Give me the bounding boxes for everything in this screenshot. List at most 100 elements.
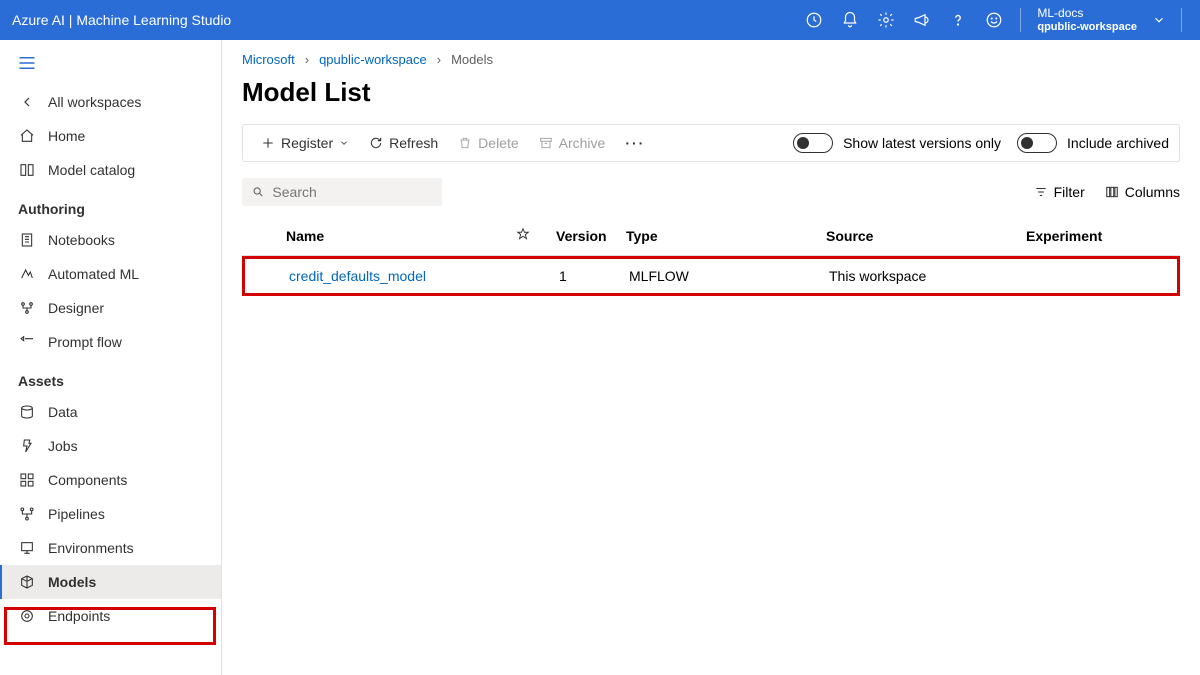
models-icon <box>18 573 36 591</box>
divider <box>1181 8 1182 32</box>
sidebar-item-label: Home <box>48 128 85 144</box>
divider <box>1020 8 1021 32</box>
columns-icon <box>1105 185 1119 199</box>
chevron-right-icon: › <box>437 52 441 67</box>
catalog-icon <box>18 161 36 179</box>
cell-source: This workspace <box>829 268 1029 284</box>
chevron-down-icon[interactable] <box>1147 13 1171 27</box>
chevron-down-icon <box>339 138 349 148</box>
account-switcher[interactable]: ML-docs qpublic-workspace <box>1031 6 1143 34</box>
delete-button: Delete <box>450 131 526 155</box>
sidebar-home[interactable]: Home <box>0 119 221 153</box>
sidebar-item-label: Automated ML <box>48 266 139 282</box>
sidebar-item-label: Notebooks <box>48 232 115 248</box>
sidebar-models[interactable]: Models <box>0 565 221 599</box>
bell-icon[interactable] <box>834 4 866 36</box>
sidebar-endpoints[interactable]: Endpoints <box>0 599 221 633</box>
sidebar-pipelines[interactable]: Pipelines <box>0 497 221 531</box>
sidebar-environments[interactable]: Environments <box>0 531 221 565</box>
sidebar-item-label: Model catalog <box>48 162 135 178</box>
topbar-actions: ML-docs qpublic-workspace <box>798 4 1188 36</box>
more-button[interactable]: ··· <box>617 131 653 155</box>
sidebar-section-authoring: Authoring <box>0 187 221 223</box>
sidebar-item-label: Environments <box>48 540 134 556</box>
hamburger-icon[interactable] <box>0 50 221 85</box>
sidebar-item-label: Prompt flow <box>48 334 122 350</box>
gear-icon[interactable] <box>870 4 902 36</box>
home-icon <box>18 127 36 145</box>
col-type[interactable]: Type <box>626 228 826 244</box>
clock-icon[interactable] <box>798 4 830 36</box>
breadcrumb: Microsoft › qpublic-workspace › Models <box>242 52 1180 67</box>
account-user: ML-docs <box>1037 6 1137 20</box>
sidebar-components[interactable]: Components <box>0 463 221 497</box>
sidebar-item-label: Endpoints <box>48 608 110 624</box>
prompt-flow-icon <box>18 333 36 351</box>
pipelines-icon <box>18 505 36 523</box>
button-label: Archive <box>559 135 606 151</box>
col-experiment[interactable]: Experiment <box>1026 228 1186 244</box>
sidebar-all-workspaces[interactable]: All workspaces <box>0 85 221 119</box>
search-box[interactable] <box>242 178 442 206</box>
sidebar-item-label: Jobs <box>48 438 78 454</box>
col-source[interactable]: Source <box>826 228 1026 244</box>
models-table: Name Version Type Source Experiment cred… <box>242 216 1180 296</box>
breadcrumb-root[interactable]: Microsoft <box>242 52 295 67</box>
button-label: Filter <box>1054 184 1085 200</box>
sidebar-item-label: Designer <box>48 300 104 316</box>
sidebar-item-label: All workspaces <box>48 94 141 110</box>
col-version[interactable]: Version <box>556 228 626 244</box>
star-icon[interactable] <box>516 227 556 244</box>
sidebar-notebooks[interactable]: Notebooks <box>0 223 221 257</box>
sidebar-data[interactable]: Data <box>0 395 221 429</box>
megaphone-icon[interactable] <box>906 4 938 36</box>
table-header: Name Version Type Source Experiment <box>242 216 1180 256</box>
page-title: Model List <box>242 77 1180 108</box>
register-button[interactable]: Register <box>253 131 357 155</box>
breadcrumb-workspace[interactable]: qpublic-workspace <box>319 52 427 67</box>
chevron-right-icon: › <box>305 52 309 67</box>
jobs-icon <box>18 437 36 455</box>
search-icon <box>252 185 264 199</box>
filter-icon <box>1034 185 1048 199</box>
endpoints-icon <box>18 607 36 625</box>
sidebar: All workspaces Home Model catalog Author… <box>0 40 222 675</box>
app-title: Azure AI | Machine Learning Studio <box>12 12 231 28</box>
toolbar: Register Refresh Delete Archive ··· Show… <box>242 124 1180 162</box>
columns-button[interactable]: Columns <box>1105 184 1180 200</box>
breadcrumb-current: Models <box>451 52 493 67</box>
sidebar-model-catalog[interactable]: Model catalog <box>0 153 221 187</box>
smile-icon[interactable] <box>978 4 1010 36</box>
refresh-button[interactable]: Refresh <box>361 131 446 155</box>
toggle-include-archived[interactable] <box>1017 133 1057 153</box>
environments-icon <box>18 539 36 557</box>
sidebar-item-label: Components <box>48 472 127 488</box>
sidebar-prompt-flow[interactable]: Prompt flow <box>0 325 221 359</box>
main-content: Microsoft › qpublic-workspace › Models M… <box>222 40 1200 675</box>
top-bar: Azure AI | Machine Learning Studio ML-do… <box>0 0 1200 40</box>
sidebar-jobs[interactable]: Jobs <box>0 429 221 463</box>
sidebar-section-assets: Assets <box>0 359 221 395</box>
search-input[interactable] <box>272 184 432 200</box>
toggle-latest-versions[interactable] <box>793 133 833 153</box>
button-label: Register <box>281 135 333 151</box>
sidebar-item-label: Data <box>48 404 78 420</box>
sidebar-designer[interactable]: Designer <box>0 291 221 325</box>
cell-version: 1 <box>559 268 629 284</box>
table-row[interactable]: credit_defaults_model 1 MLFLOW This work… <box>242 256 1180 296</box>
filter-button[interactable]: Filter <box>1034 184 1085 200</box>
button-label: Columns <box>1125 184 1180 200</box>
data-icon <box>18 403 36 421</box>
arrow-left-icon <box>18 93 36 111</box>
automl-icon <box>18 265 36 283</box>
filter-bar: Filter Columns <box>242 176 1180 210</box>
sidebar-automated-ml[interactable]: Automated ML <box>0 257 221 291</box>
model-name-link[interactable]: credit_defaults_model <box>289 268 426 284</box>
archive-button: Archive <box>531 131 614 155</box>
button-label: Delete <box>478 135 518 151</box>
col-name[interactable]: Name <box>286 228 516 244</box>
sidebar-item-label: Models <box>48 574 96 590</box>
help-icon[interactable] <box>942 4 974 36</box>
toggle-label: Include archived <box>1067 135 1169 151</box>
button-label: Refresh <box>389 135 438 151</box>
